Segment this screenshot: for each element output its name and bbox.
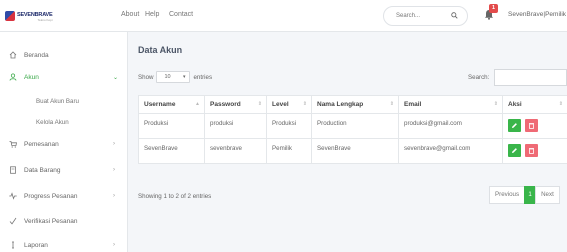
table-row: Produksi produksi Produksi Production pr… xyxy=(138,113,567,139)
header-search-input[interactable]: Search... xyxy=(383,6,468,26)
cell-email: sevenbrave@gmail.com xyxy=(398,138,503,164)
user-icon xyxy=(9,73,17,81)
sidebar-subitem-buat-akun[interactable]: Buat Akun Baru xyxy=(36,98,79,105)
caret-down-icon: ▾ xyxy=(182,74,186,80)
chevron-right-icon: › xyxy=(113,193,115,199)
pagination-next-button[interactable]: Next xyxy=(535,186,560,204)
header-search-placeholder: Search... xyxy=(396,13,421,19)
sidebar-item-label: Progress Pesanan xyxy=(24,192,78,200)
sidebar-item-pemesanan[interactable]: Pemesanan › xyxy=(0,137,128,151)
app-logo[interactable]: SEVENBRAVE Tekno Kopi xyxy=(5,10,63,22)
show-entries-control: Show 10 ▾ entries xyxy=(138,71,212,83)
nav-link-contact[interactable]: Contact xyxy=(169,11,193,18)
logo-mark xyxy=(5,11,15,21)
trash-icon xyxy=(529,123,534,129)
accounts-table: Username ▲ Password ⇕ Level ⇕ Nama Lengkap ⇕… xyxy=(138,95,567,164)
search-icon[interactable] xyxy=(451,12,458,19)
column-header-username[interactable]: Username ▲ xyxy=(138,95,205,114)
chevron-right-icon: › xyxy=(113,242,115,248)
sidebar-item-verifikasi-pesanan[interactable]: Verifikasi Pesanan xyxy=(0,214,128,228)
pulse-icon xyxy=(9,192,17,200)
sidebar-item-beranda[interactable]: Beranda xyxy=(0,48,128,62)
sidebar-item-label: Akun xyxy=(24,73,39,81)
edit-button[interactable] xyxy=(508,119,521,132)
cell-aksi xyxy=(502,113,567,139)
sidebar-item-label: Pemesanan xyxy=(24,140,59,148)
sort-icon: ⇕ xyxy=(302,101,307,107)
sort-icon: ⇕ xyxy=(389,101,394,107)
table-row: SevenBrave sevenbrave Pemilik SevenBrave… xyxy=(138,138,567,164)
pencil-icon xyxy=(512,148,517,153)
table-info-text: Showing 1 to 2 of 2 entries xyxy=(138,193,212,200)
table-header-row: Username ▲ Password ⇕ Level ⇕ Nama Lengkap ⇕… xyxy=(138,95,567,114)
sidebar-subitem-kelola-akun[interactable]: Kelola Akun xyxy=(36,119,69,126)
delete-button[interactable] xyxy=(525,144,538,157)
sort-icon: ⇕ xyxy=(558,101,563,107)
cell-password: sevenbrave xyxy=(204,138,267,164)
table-search-label: Search: xyxy=(468,74,490,81)
sidebar-item-label: Beranda xyxy=(24,51,49,59)
column-header-password[interactable]: Password ⇕ xyxy=(204,95,267,114)
sidebar-item-progress-pesanan[interactable]: Progress Pesanan › xyxy=(0,189,128,203)
logo-subtext: Tekno Kopi xyxy=(37,17,53,22)
cell-aksi xyxy=(502,138,567,164)
pencil-icon xyxy=(512,123,517,128)
check-icon xyxy=(9,217,17,225)
cell-username: SevenBrave xyxy=(138,138,205,164)
edit-button[interactable] xyxy=(508,144,521,157)
sidebar-item-label: Verifikasi Pesanan xyxy=(24,217,78,225)
top-bar: SEVENBRAVE Tekno Kopi About Help Contact… xyxy=(0,0,567,32)
user-menu[interactable]: SevenBrave|Pemilik xyxy=(508,11,566,18)
sidebar: Beranda Akun ⌄ Buat Akun Baru Kelola Aku… xyxy=(0,32,128,252)
sidebar-item-label: Data Barang xyxy=(24,166,61,174)
cart-icon xyxy=(9,141,17,148)
cell-password: produksi xyxy=(204,113,267,139)
cell-level: Pemilik xyxy=(266,138,312,164)
column-header-aksi[interactable]: Aksi ⇕ xyxy=(502,95,567,114)
cell-level: Produksi xyxy=(266,113,312,139)
chevron-right-icon: › xyxy=(113,167,115,173)
column-header-level[interactable]: Level ⇕ xyxy=(266,95,312,114)
cell-nama-lengkap: SevenBrave xyxy=(311,138,399,164)
sort-icon: ⇕ xyxy=(257,101,262,107)
logo-text: SEVENBRAVE xyxy=(17,11,53,18)
home-icon xyxy=(9,51,17,59)
show-label: Show xyxy=(138,73,154,81)
column-header-nama-lengkap[interactable]: Nama Lengkap ⇕ xyxy=(311,95,399,114)
sort-icon: ⇕ xyxy=(493,101,498,107)
sort-asc-icon: ▲ xyxy=(195,101,200,107)
page-size-value: 10 xyxy=(164,74,171,80)
entries-label: entries xyxy=(193,73,213,81)
pagination: Previous 1 Next xyxy=(489,186,560,204)
trash-icon xyxy=(529,148,534,154)
nav-link-about[interactable]: About xyxy=(121,11,139,18)
cell-nama-lengkap: Production xyxy=(311,113,399,139)
report-icon xyxy=(12,241,14,249)
sidebar-item-akun[interactable]: Akun ⌄ xyxy=(0,70,128,84)
pagination-previous-button[interactable]: Previous xyxy=(489,186,526,204)
page-title: Data Akun xyxy=(138,45,183,55)
document-icon xyxy=(10,166,16,174)
page-size-select[interactable]: 10 ▾ xyxy=(156,71,191,83)
delete-button[interactable] xyxy=(525,119,538,132)
cell-email: produksi@gmail.com xyxy=(398,113,503,139)
sidebar-item-laporan[interactable]: Laporan › xyxy=(0,238,128,252)
table-search-input[interactable] xyxy=(494,69,567,86)
cell-username: Produksi xyxy=(138,113,205,139)
column-header-email[interactable]: Email ⇕ xyxy=(398,95,503,114)
sidebar-item-label: Laporan xyxy=(24,241,48,249)
notification-badge: 1 xyxy=(489,4,498,13)
chevron-down-icon: ⌄ xyxy=(113,74,119,81)
chevron-right-icon: › xyxy=(113,141,115,147)
sidebar-item-data-barang[interactable]: Data Barang › xyxy=(0,163,128,177)
nav-link-help[interactable]: Help xyxy=(145,11,159,18)
